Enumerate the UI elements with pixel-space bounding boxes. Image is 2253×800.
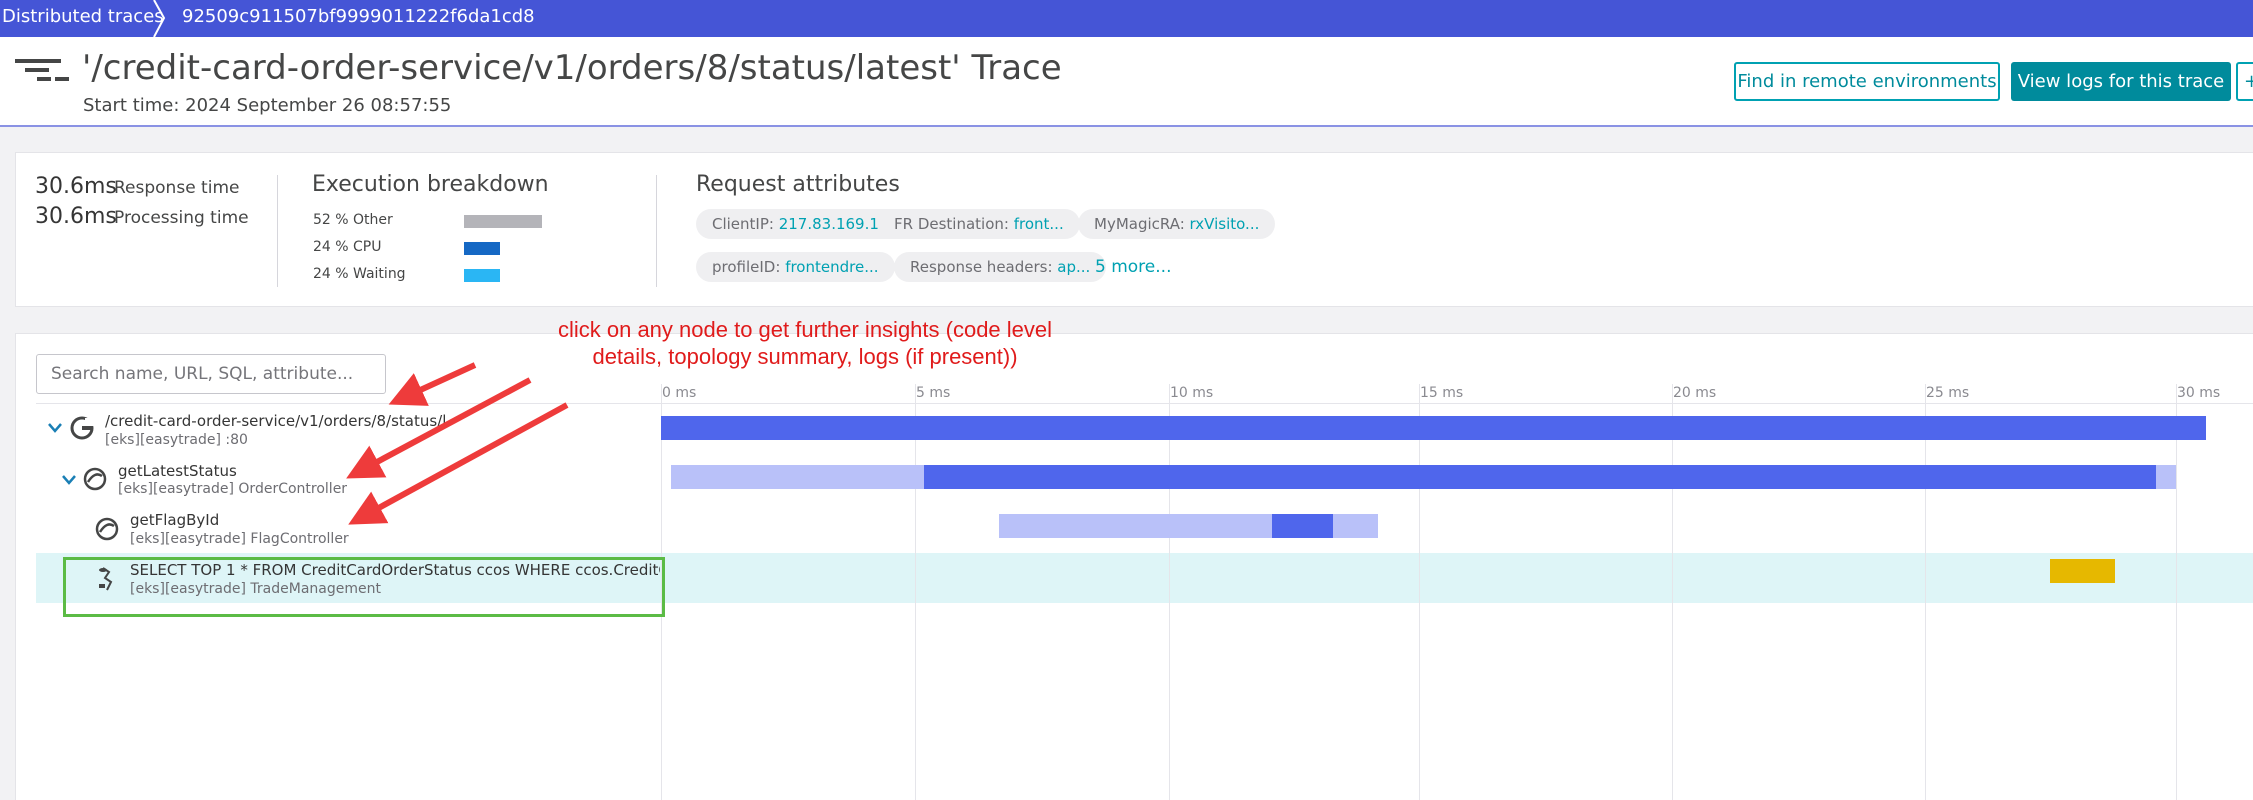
annotation-arrow: [346, 377, 532, 479]
annotation-arrows: [346, 362, 569, 525]
page: Distributed traces 92509c911507bf9999011…: [0, 0, 2253, 800]
annotation-arrow: [348, 402, 569, 525]
annotation-arrow: [388, 362, 477, 406]
